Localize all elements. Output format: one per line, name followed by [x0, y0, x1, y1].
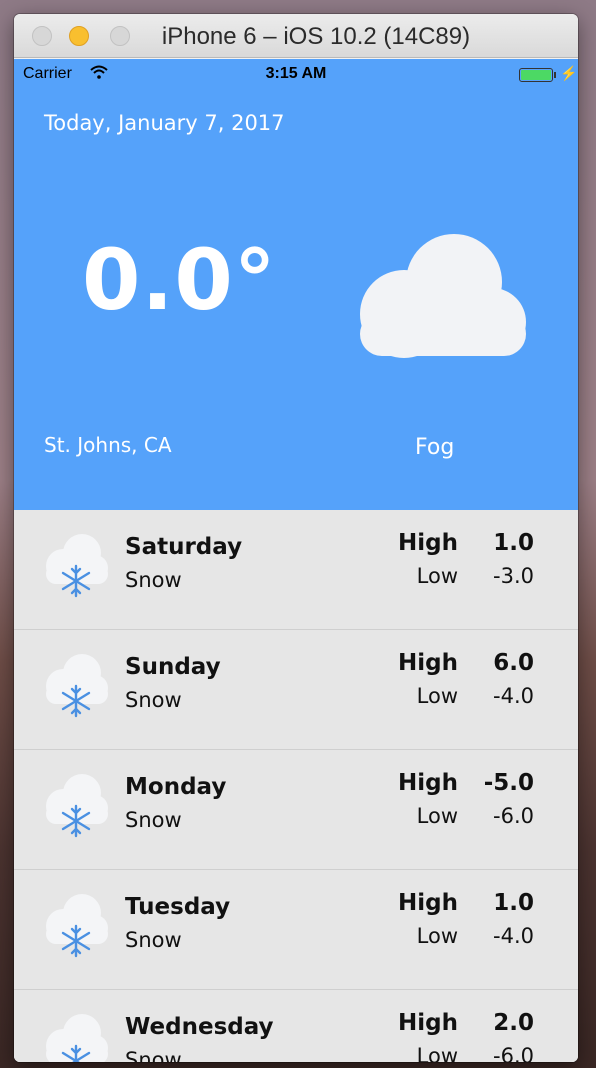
forecast-row[interactable]: Wednesday Snow High Low 2.0 -6.0: [14, 990, 578, 1062]
low-value: -4.0: [493, 924, 534, 948]
low-label: Low: [416, 804, 458, 828]
high-label: High: [398, 530, 458, 556]
forecast-day: Wednesday: [125, 1014, 274, 1040]
low-label: Low: [416, 564, 458, 588]
battery-tip: [554, 72, 556, 78]
location-label: St. Johns, CA: [44, 433, 172, 457]
current-temperature: 0.0°: [82, 231, 277, 329]
status-time: 3:15 AM: [265, 65, 327, 82]
snow-icon: [42, 888, 112, 968]
high-value: 1.0: [493, 530, 534, 556]
battery-icon: [519, 68, 553, 82]
forecast-condition: Snow: [125, 568, 182, 592]
charging-icon: ⚡: [560, 65, 578, 81]
forecast-row[interactable]: Tuesday Snow High Low 1.0 -4.0: [14, 870, 578, 990]
low-value: -6.0: [493, 1044, 534, 1062]
status-bar: Carrier 3:15 AM ⚡: [14, 59, 578, 89]
forecast-row[interactable]: Saturday Snow High Low 1.0 -3.0: [14, 510, 578, 630]
cloud-icon: [344, 214, 534, 368]
forecast-condition: Snow: [125, 1048, 182, 1062]
title-bar: iPhone 6 – iOS 10.2 (14C89): [14, 14, 578, 58]
simulator-window: iPhone 6 – iOS 10.2 (14C89) Carrier 3:15…: [14, 14, 578, 1062]
low-label: Low: [416, 684, 458, 708]
snow-icon: [42, 648, 112, 728]
forecast-condition: Snow: [125, 808, 182, 832]
high-value: -5.0: [483, 770, 534, 796]
high-label: High: [398, 890, 458, 916]
high-label: High: [398, 1010, 458, 1036]
forecast-list[interactable]: Saturday Snow High Low 1.0 -3.0 Sunday S…: [14, 510, 578, 1062]
forecast-condition: Snow: [125, 688, 182, 712]
low-label: Low: [416, 1044, 458, 1062]
current-condition: Fog: [415, 435, 455, 460]
forecast-condition: Snow: [125, 928, 182, 952]
high-value: 6.0: [493, 650, 534, 676]
forecast-day: Tuesday: [125, 894, 231, 920]
high-label: High: [398, 770, 458, 796]
low-value: -4.0: [493, 684, 534, 708]
current-weather-panel: Carrier 3:15 AM ⚡ Today, January 7, 2017…: [14, 59, 578, 510]
device-screen: Carrier 3:15 AM ⚡ Today, January 7, 2017…: [14, 59, 578, 1062]
forecast-row[interactable]: Monday Snow High Low -5.0 -6.0: [14, 750, 578, 870]
low-value: -3.0: [493, 564, 534, 588]
window-title: iPhone 6 – iOS 10.2 (14C89): [161, 23, 471, 50]
snow-icon: [42, 528, 112, 608]
forecast-day: Sunday: [125, 654, 221, 680]
low-value: -6.0: [493, 804, 534, 828]
current-date: Today, January 7, 2017: [44, 111, 285, 135]
forecast-day: Saturday: [125, 534, 243, 560]
snow-icon: [42, 768, 112, 848]
high-value: 1.0: [493, 890, 534, 916]
forecast-day: Monday: [125, 774, 227, 800]
snow-icon: [42, 1008, 112, 1062]
high-label: High: [398, 650, 458, 676]
high-value: 2.0: [493, 1010, 534, 1036]
low-label: Low: [416, 924, 458, 948]
forecast-row[interactable]: Sunday Snow High Low 6.0 -4.0: [14, 630, 578, 750]
